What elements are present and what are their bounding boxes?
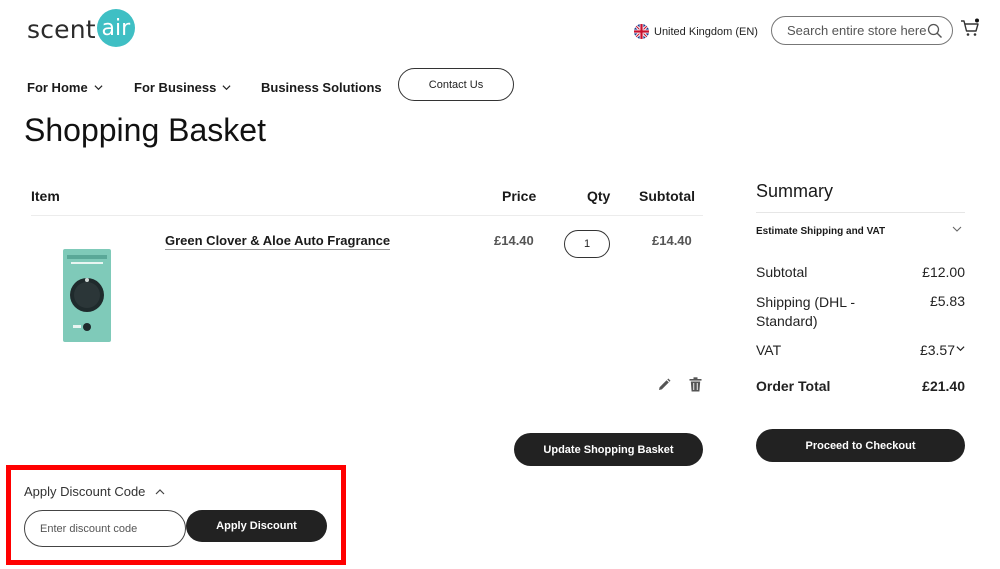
search-icon[interactable]: [927, 23, 943, 39]
logo-text: scent: [27, 14, 96, 44]
chevron-down-icon: [94, 85, 103, 91]
product-name-link[interactable]: Green Clover & Aloe Auto Fragrance: [165, 233, 391, 250]
discount-title: Apply Discount Code: [24, 484, 146, 499]
proceed-to-checkout-button[interactable]: Proceed to Checkout: [756, 429, 965, 462]
item-price: £14.40: [494, 233, 534, 248]
order-total-label: Order Total: [756, 378, 831, 394]
uk-flag-icon: [634, 24, 649, 39]
summary-vat-label: VAT: [756, 342, 782, 358]
product-image[interactable]: [63, 249, 111, 342]
chevron-down-icon: [956, 346, 965, 351]
discount-code-input[interactable]: [24, 510, 186, 547]
table-divider: [31, 215, 703, 216]
chevron-down-icon[interactable]: [952, 224, 962, 234]
apply-discount-button[interactable]: Apply Discount: [186, 510, 327, 542]
scentair-logo[interactable]: scent air: [27, 9, 135, 49]
chevron-down-icon: [222, 85, 231, 91]
edit-icon[interactable]: [657, 378, 671, 392]
update-basket-button[interactable]: Update Shopping Basket: [514, 433, 703, 466]
cart-icon[interactable]: [960, 18, 980, 38]
summary-title: Summary: [756, 181, 834, 201]
contact-us-button[interactable]: Contact Us: [398, 68, 514, 101]
column-header-price: Price: [502, 188, 537, 204]
nav-for-home[interactable]: For Home: [27, 80, 103, 95]
locale-switcher[interactable]: United Kingdom (EN): [634, 24, 758, 39]
locale-label: United Kingdom (EN): [654, 25, 758, 38]
item-subtotal: £14.40: [652, 233, 692, 248]
nav-label: For Home: [27, 80, 88, 95]
column-header-item: Item: [31, 188, 60, 204]
logo-bubble: air: [96, 9, 135, 47]
nav-label: Business Solutions: [261, 80, 382, 95]
discount-toggle[interactable]: Apply Discount Code: [24, 484, 165, 499]
summary-subtotal-value: £12.00: [922, 264, 965, 280]
summary-vat-value: £3.57: [919, 342, 955, 358]
search-box: [771, 16, 953, 45]
nav-label: For Business: [134, 80, 217, 95]
quantity-input[interactable]: [564, 230, 610, 258]
trash-icon[interactable]: [689, 377, 702, 392]
nav-business-solutions[interactable]: Business Solutions: [261, 80, 382, 95]
column-header-subtotal: Subtotal: [639, 188, 695, 204]
page-title: Shopping Basket: [24, 112, 266, 148]
summary-subtotal-label: Subtotal: [756, 264, 808, 280]
summary-vat-row[interactable]: £3.57: [880, 342, 965, 358]
nav-for-business[interactable]: For Business: [134, 80, 231, 95]
chevron-up-icon: [155, 488, 165, 494]
estimate-shipping-toggle[interactable]: Estimate Shipping and VAT: [756, 226, 885, 237]
search-input[interactable]: [787, 23, 927, 38]
column-header-qty: Qty: [587, 188, 611, 204]
summary-shipping-value: £5.83: [929, 293, 965, 309]
order-total-value: £21.40: [922, 378, 965, 394]
summary-divider: [756, 212, 965, 213]
summary-shipping-label: Shipping (DHL - Standard): [756, 294, 856, 329]
